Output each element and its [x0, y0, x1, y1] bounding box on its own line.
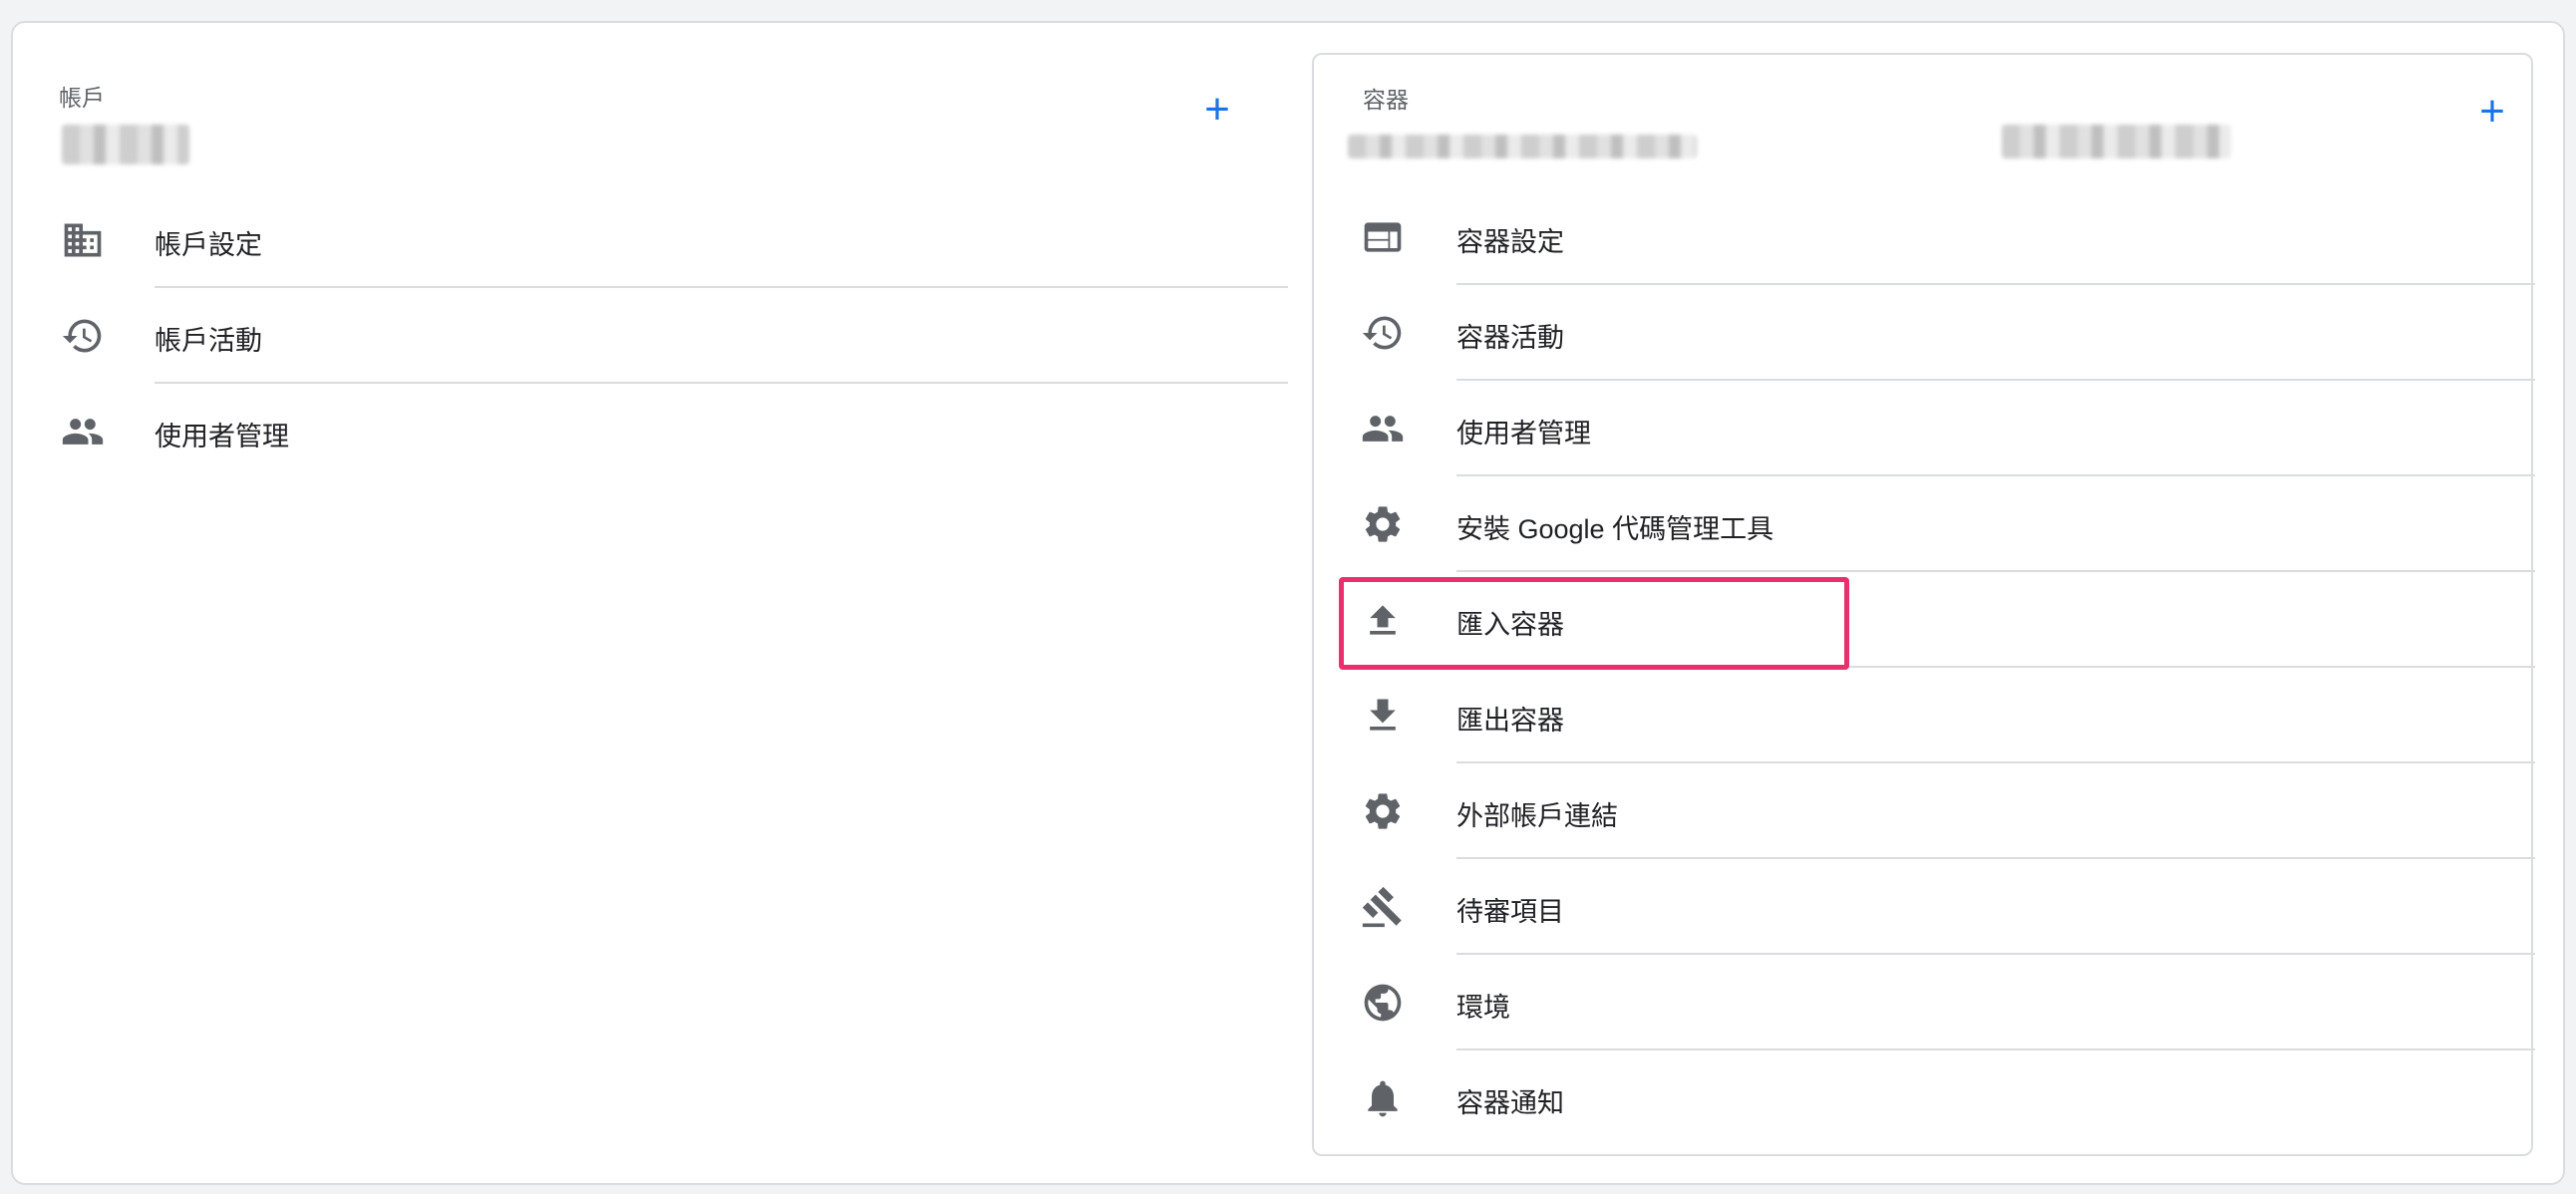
account-activity-item[interactable]: 帳戶活動 [38, 288, 1288, 384]
globe-icon [1361, 981, 1405, 1025]
building-icon [61, 218, 105, 262]
web-layout-icon [1361, 215, 1405, 259]
download-icon [1361, 694, 1405, 738]
gear-icon [1361, 502, 1405, 546]
approval-queue-item[interactable]: 待審項目 [1314, 859, 2535, 955]
account-title: 帳戶 [59, 85, 105, 111]
external-account-links-item[interactable]: 外部帳戶連結 [1314, 763, 2535, 859]
upload-icon [1361, 598, 1405, 642]
container-settings-label: 容器設定 [1456, 227, 1564, 257]
history-icon [61, 314, 105, 358]
gavel-icon [1361, 885, 1405, 929]
add-container-button[interactable]: + [2468, 87, 2516, 136]
add-account-button[interactable]: + [1193, 85, 1241, 134]
approval-queue-label: 待審項目 [1456, 897, 1564, 927]
external-account-links-label: 外部帳戶連結 [1456, 801, 1618, 831]
account-panel: 帳戶 + 帳戶設定 帳戶活動 使用者管理 [38, 51, 1288, 479]
account-header: 帳戶 + [38, 51, 1288, 192]
container-panel: 容器 + 容器設定 容器活動 使用者管理 安裝 Google 代碼管理工具 匯入… [1312, 53, 2535, 1156]
container-settings-item[interactable]: 容器設定 [1314, 189, 2535, 285]
install-gtm-label: 安裝 Google 代碼管理工具 [1456, 514, 1774, 544]
container-notifications-item[interactable]: 容器通知 [1314, 1050, 2531, 1146]
environments-item[interactable]: 環境 [1314, 955, 2535, 1050]
people-icon [1361, 407, 1405, 450]
import-container-label: 匯入容器 [1456, 610, 1564, 640]
account-settings-item[interactable]: 帳戶設定 [38, 192, 1288, 288]
container-activity-label: 容器活動 [1456, 323, 1564, 353]
container-user-management-label: 使用者管理 [1456, 419, 1591, 448]
environments-label: 環境 [1456, 993, 1510, 1023]
container-user-management-item[interactable]: 使用者管理 [1314, 381, 2535, 476]
account-activity-label: 帳戶活動 [155, 326, 262, 356]
import-container-item[interactable]: 匯入容器 [1314, 572, 2535, 668]
container-title: 容器 [1363, 87, 1409, 113]
container-activity-item[interactable]: 容器活動 [1314, 285, 2535, 381]
container-header: 容器 + [1314, 55, 2531, 189]
container-name-redacted [1348, 135, 1697, 158]
account-user-management-item[interactable]: 使用者管理 [38, 384, 1288, 479]
account-name-redacted [62, 125, 189, 164]
account-settings-label: 帳戶設定 [155, 230, 262, 260]
export-container-label: 匯出容器 [1456, 706, 1564, 736]
gear-icon [1361, 789, 1405, 833]
account-user-management-label: 使用者管理 [155, 422, 289, 451]
people-icon [61, 410, 105, 453]
history-icon [1361, 311, 1405, 355]
install-gtm-item[interactable]: 安裝 Google 代碼管理工具 [1314, 476, 2535, 572]
bell-icon [1361, 1076, 1405, 1120]
container-notifications-label: 容器通知 [1456, 1088, 1564, 1118]
container-id-redacted [2002, 125, 2231, 158]
export-container-item[interactable]: 匯出容器 [1314, 668, 2535, 763]
